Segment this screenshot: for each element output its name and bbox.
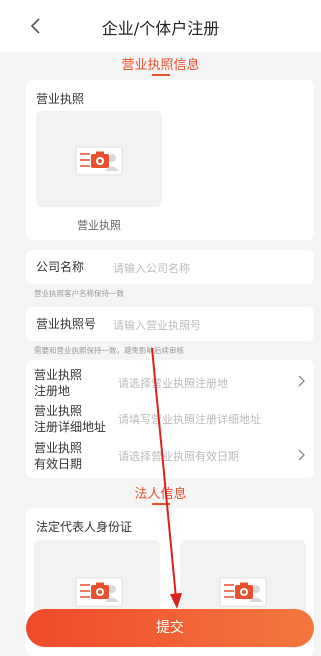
chevron-right-icon[interactable]: [296, 375, 306, 387]
camera-icon: [75, 577, 123, 607]
company-name-row[interactable]: 公司名称 请输入公司名称: [26, 250, 314, 284]
valid-date-select[interactable]: 请选择营业执照有效日期: [118, 448, 239, 464]
page-title: 企业/个体户注册: [101, 19, 220, 38]
license-number-label: 营业执照号: [36, 317, 97, 331]
license-upload-label: 营业执照: [77, 219, 121, 232]
submit-button[interactable]: 提交: [26, 609, 314, 647]
license-number-hint: 需要和营业执照保持一致，避免影响后续审核: [34, 346, 184, 355]
company-name-input[interactable]: 请输入公司名称: [113, 260, 190, 276]
register-address-label-line2: 注册详细地址: [34, 420, 107, 434]
register-address-input[interactable]: 请填写营业执照注册详细地址: [118, 411, 261, 427]
license-number-row[interactable]: 营业执照号 请输入营业执照号: [26, 307, 314, 341]
app-header: 企业/个体户注册: [0, 0, 321, 52]
license-detail-card: 营业执照 注册地 请选择营业执照注册地 营业执照 注册详细地址 请填写营业执照注…: [26, 360, 314, 478]
chevron-right-icon[interactable]: [296, 449, 306, 461]
section-underline: [151, 503, 170, 505]
valid-date-label-line1: 营业执照: [34, 441, 83, 455]
register-address-label-line1: 营业执照: [34, 404, 83, 418]
register-place-label: 营业执照 注册地: [34, 367, 82, 399]
license-upload-box[interactable]: [36, 111, 162, 207]
register-place-label-line2: 注册地: [34, 384, 71, 398]
legal-card-title: 法定代表人身份证: [36, 520, 133, 534]
company-name-hint: 营业执照客户名称保持一致: [34, 289, 124, 298]
company-name-label: 公司名称: [36, 260, 85, 274]
camera-icon: [75, 146, 123, 176]
valid-date-label: 营业执照 有效日期: [34, 440, 82, 472]
section-underline: [151, 74, 170, 76]
license-number-input[interactable]: 请输入营业执照号: [113, 317, 201, 333]
valid-date-label-line2: 有效日期: [34, 457, 83, 471]
register-place-label-line1: 营业执照: [34, 368, 83, 382]
register-address-label: 营业执照 注册详细地址: [34, 403, 106, 435]
section-title-license: 营业执照信息: [0, 54, 321, 76]
section-title-license-text: 营业执照信息: [121, 58, 200, 73]
section-title-legal: 法人信息: [0, 483, 321, 505]
register-place-select[interactable]: 请选择营业执照注册地: [118, 375, 228, 391]
license-upload-card: 营业执照 营业执照: [26, 80, 314, 240]
section-title-legal-text: 法人信息: [134, 487, 187, 502]
license-card-title: 营业执照: [36, 92, 85, 106]
camera-icon: [219, 577, 267, 607]
